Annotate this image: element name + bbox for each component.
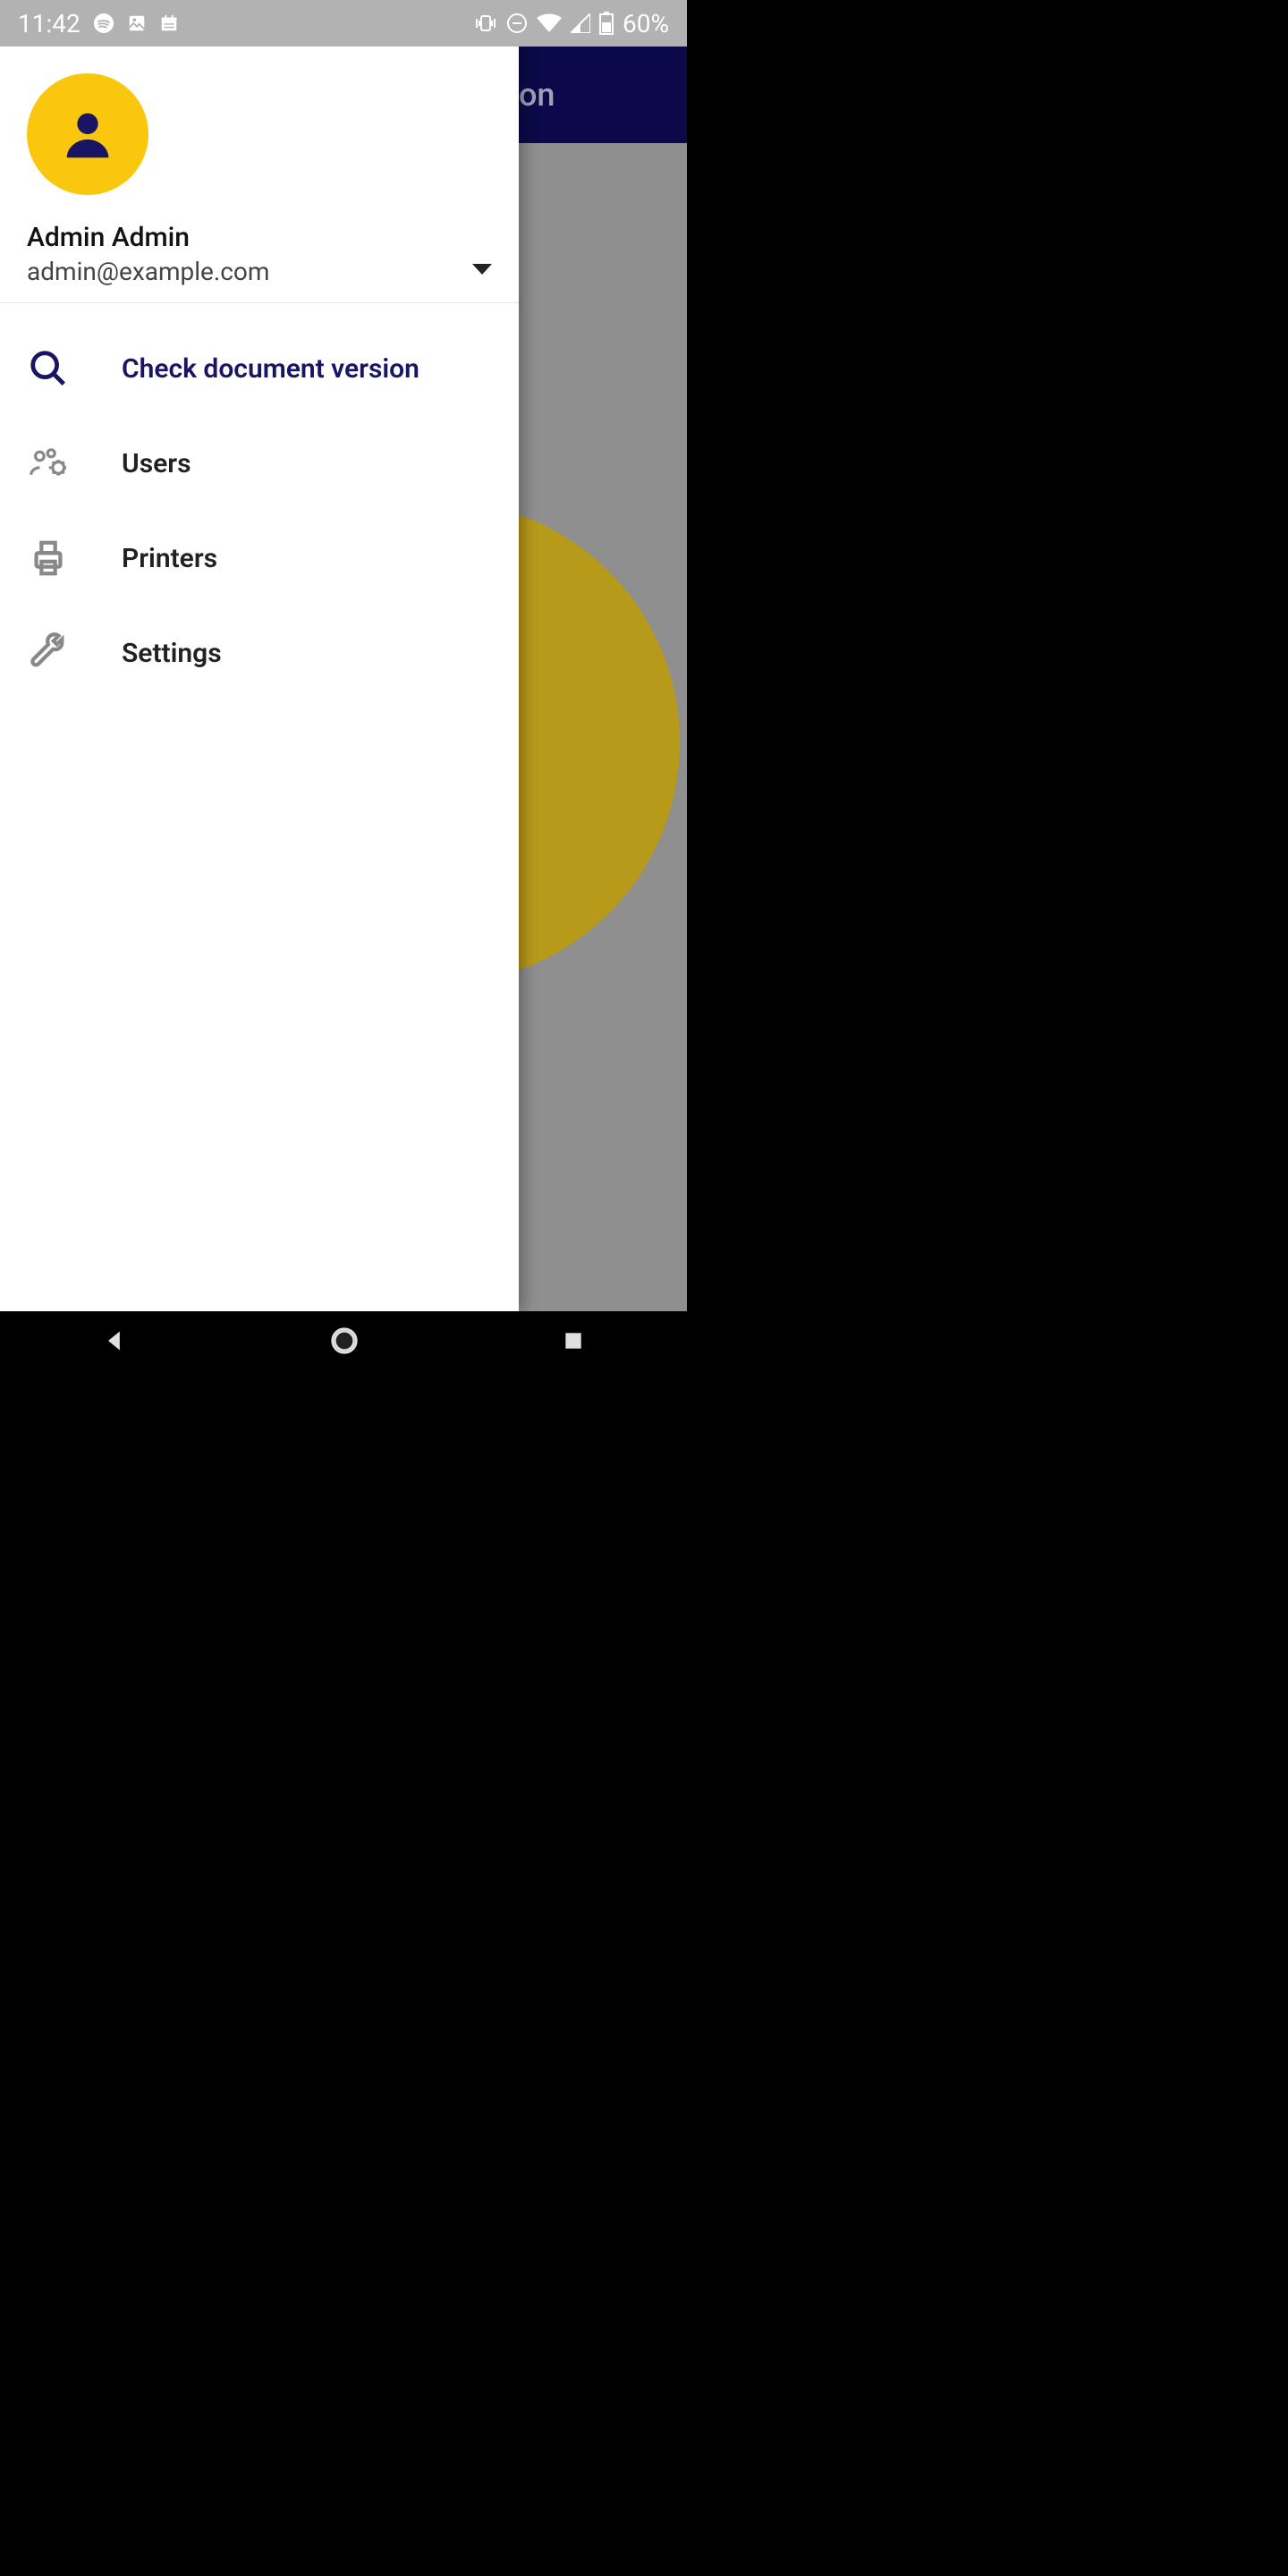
- app-main-area: on Admin Admin admin@example.com: [0, 47, 687, 1311]
- status-bar: 11:42 60%: [0, 0, 687, 47]
- status-right: 60%: [474, 9, 669, 38]
- spotify-icon: [93, 13, 114, 34]
- drawer-header[interactable]: Admin Admin admin@example.com: [0, 47, 519, 303]
- system-nav-bar: [0, 1311, 687, 1374]
- signal-icon: [571, 13, 590, 33]
- recents-button[interactable]: [562, 1329, 585, 1356]
- user-name: Admin Admin: [27, 222, 492, 253]
- nav-item-label: Check document version: [122, 353, 419, 385]
- search-icon: [27, 347, 70, 390]
- nav-item-settings[interactable]: Settings: [0, 606, 519, 700]
- vibrate-icon: [474, 13, 497, 33]
- wrench-icon: [27, 631, 70, 674]
- nav-item-label: Printers: [122, 543, 217, 574]
- back-button[interactable]: [102, 1328, 127, 1357]
- printer-icon: [27, 537, 70, 580]
- gallery-icon: [127, 13, 147, 33]
- users-gear-icon: [27, 442, 70, 485]
- dnd-icon: [506, 13, 528, 34]
- nav-item-label: Settings: [122, 638, 222, 669]
- status-time: 11:42: [18, 9, 80, 38]
- person-icon: [56, 103, 119, 165]
- battery-percent: 60%: [623, 9, 669, 38]
- wifi-icon: [537, 13, 562, 33]
- home-button[interactable]: [330, 1326, 359, 1359]
- user-email: admin@example.com: [27, 257, 269, 286]
- battery-icon: [599, 12, 614, 35]
- nav-item-users[interactable]: Users: [0, 416, 519, 511]
- avatar: [27, 73, 148, 195]
- nav-item-check-document-version[interactable]: Check document version: [0, 321, 519, 416]
- nav-list: Check document version Users Printers Se…: [0, 303, 519, 718]
- chevron-down-icon: [472, 263, 492, 280]
- nav-item-label: Users: [122, 448, 191, 479]
- status-left: 11:42: [18, 9, 179, 38]
- user-email-row[interactable]: admin@example.com: [27, 257, 492, 286]
- nav-item-printers[interactable]: Printers: [0, 511, 519, 606]
- navigation-drawer: Admin Admin admin@example.com Check docu…: [0, 47, 519, 1311]
- calendar-note-icon: [159, 13, 179, 33]
